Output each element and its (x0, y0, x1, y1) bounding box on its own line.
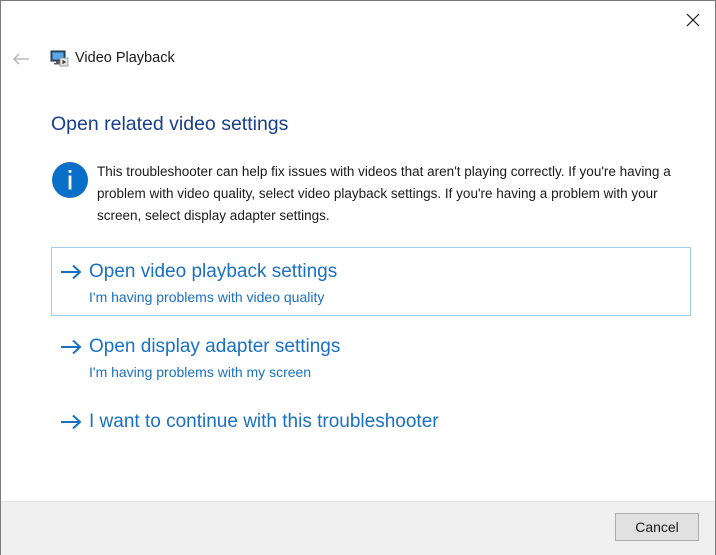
option-title: I want to continue with this troubleshoo… (89, 411, 439, 432)
cancel-button[interactable]: Cancel (615, 513, 699, 541)
option-continue-troubleshooter[interactable]: I want to continue with this troubleshoo… (51, 397, 691, 449)
page-heading: Open related video settings (51, 113, 289, 135)
option-display-adapter-settings[interactable]: Open display adapter settings I'm having… (51, 322, 691, 391)
arrow-right-icon (61, 264, 82, 280)
option-video-playback-settings[interactable]: Open video playback settings I'm having … (51, 247, 691, 316)
troubleshooter-window: Video Playback Open related video settin… (0, 0, 716, 555)
close-button[interactable] (683, 10, 703, 30)
option-title: Open video playback settings (89, 261, 338, 282)
close-icon (686, 13, 700, 27)
info-icon (52, 162, 88, 198)
footer-bar (1, 501, 715, 555)
arrow-right-icon (61, 339, 82, 355)
title-row: Video Playback (49, 48, 175, 68)
back-button[interactable] (10, 49, 32, 69)
option-title: Open display adapter settings (89, 336, 341, 357)
arrow-right-icon (61, 414, 82, 430)
window-title: Video Playback (75, 50, 175, 66)
description-text: This troubleshooter can help fix issues … (97, 164, 671, 223)
option-subtitle: I'm having problems with my screen (89, 364, 312, 380)
video-playback-icon (49, 48, 69, 68)
back-arrow-icon (13, 53, 29, 65)
option-subtitle: I'm having problems with video quality (89, 289, 325, 305)
